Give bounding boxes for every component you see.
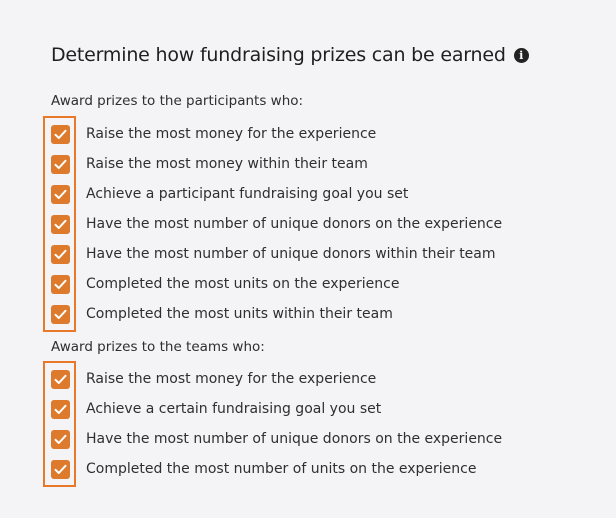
participant-option-row[interactable]: Have the most number of unique donors wi…	[51, 239, 502, 269]
team-option-row[interactable]: Raise the most money for the experience	[51, 364, 502, 394]
checkmark-icon	[54, 189, 67, 199]
team-checkbox[interactable]	[51, 369, 70, 389]
checkmark-icon	[54, 219, 67, 229]
participant-checkbox[interactable]	[51, 154, 70, 174]
participant-checkbox[interactable]	[51, 274, 70, 294]
team-option-label: Raise the most money for the experience	[86, 371, 377, 387]
participant-option-row[interactable]: Raise the most money within their team	[51, 149, 502, 179]
participant-option-label: Achieve a participant fundraising goal y…	[86, 186, 409, 202]
team-checkbox[interactable]	[51, 399, 70, 419]
team-option-label: Have the most number of unique donors on…	[86, 431, 503, 447]
checkmark-icon	[54, 434, 67, 444]
participant-checkbox[interactable]	[51, 184, 70, 204]
checkmark-icon	[54, 404, 67, 414]
participant-checkbox[interactable]	[51, 124, 70, 144]
team-checkbox[interactable]	[51, 429, 70, 449]
teams-section-label: Award prizes to the teams who:	[51, 339, 265, 355]
participant-option-label: Raise the most money for the experience	[86, 126, 377, 142]
participant-option-label: Have the most number of unique donors on…	[86, 216, 503, 232]
team-option-row[interactable]: Have the most number of unique donors on…	[51, 424, 502, 454]
checkmark-icon	[54, 374, 67, 384]
participant-option-row[interactable]: Achieve a participant fundraising goal y…	[51, 179, 502, 209]
checkmark-icon	[54, 129, 67, 139]
participants-section-label: Award prizes to the participants who:	[51, 93, 304, 109]
participant-option-label: Completed the most units within their te…	[86, 306, 393, 322]
team-option-label: Achieve a certain fundraising goal you s…	[86, 401, 382, 417]
team-option-label: Completed the most number of units on th…	[86, 461, 477, 477]
checkmark-icon	[54, 249, 67, 259]
participant-option-row[interactable]: Completed the most units within their te…	[51, 299, 502, 329]
page-title-row: Determine how fundraising prizes can be …	[51, 44, 529, 66]
checkmark-icon	[54, 159, 67, 169]
checkmark-icon	[54, 464, 67, 474]
participant-option-row[interactable]: Raise the most money for the experience	[51, 119, 502, 149]
team-checkbox[interactable]	[51, 459, 70, 479]
participants-options: Raise the most money for the experience R…	[43, 116, 502, 332]
team-option-row[interactable]: Achieve a certain fundraising goal you s…	[51, 394, 502, 424]
participant-option-label: Completed the most units on the experien…	[86, 276, 400, 292]
participant-checkbox[interactable]	[51, 304, 70, 324]
team-option-row[interactable]: Completed the most number of units on th…	[51, 454, 502, 484]
participant-option-label: Have the most number of unique donors wi…	[86, 246, 496, 262]
participant-option-label: Raise the most money within their team	[86, 156, 368, 172]
participant-option-row[interactable]: Completed the most units on the experien…	[51, 269, 502, 299]
checkmark-icon	[54, 309, 67, 319]
teams-options: Raise the most money for the experience A…	[43, 361, 502, 487]
checkmark-icon	[54, 279, 67, 289]
participant-checkbox[interactable]	[51, 244, 70, 264]
participant-option-row[interactable]: Have the most number of unique donors on…	[51, 209, 502, 239]
participant-checkbox[interactable]	[51, 214, 70, 234]
info-icon[interactable]: i	[513, 48, 529, 63]
page-title: Determine how fundraising prizes can be …	[51, 44, 506, 66]
